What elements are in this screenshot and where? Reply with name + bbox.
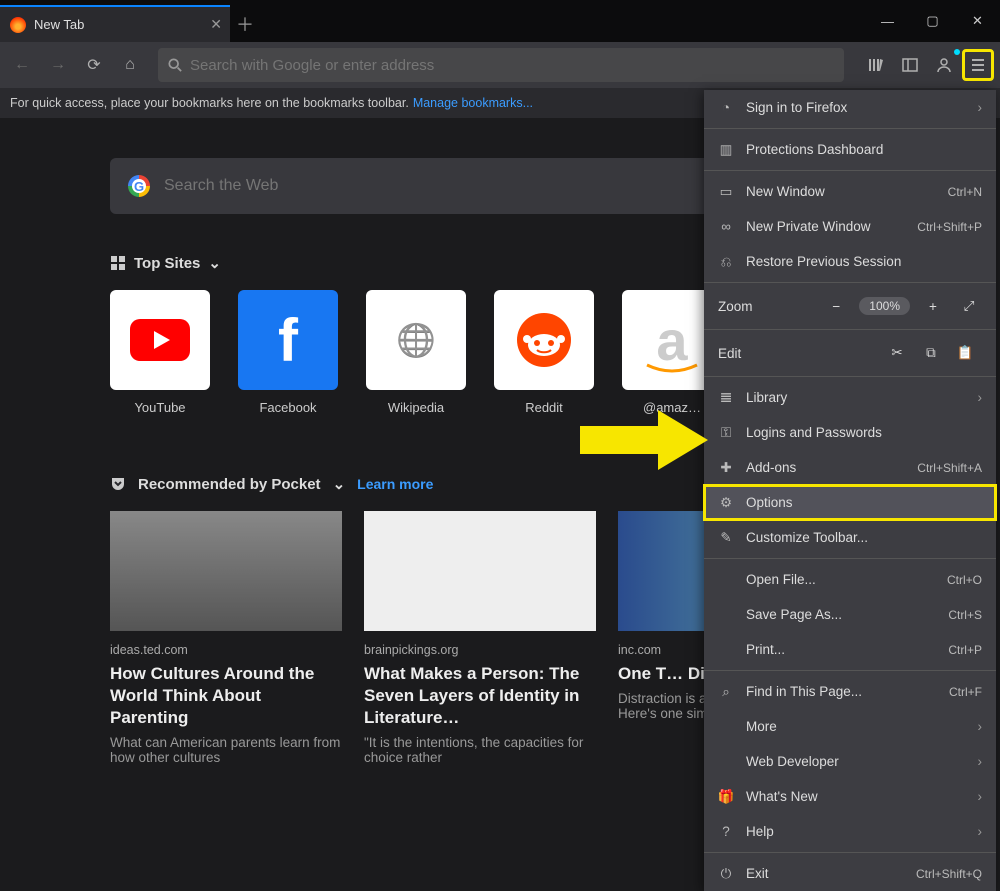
key-icon: ⚿	[718, 425, 734, 441]
titlebar: New Tab ✕ ＋ — ▢ ✕	[0, 0, 1000, 42]
menu-addons[interactable]: ✚Add-onsCtrl+Shift+A	[704, 450, 996, 485]
tile-youtube[interactable]: YouTube	[110, 290, 210, 415]
maximize-button[interactable]: ▢	[910, 0, 955, 42]
fullscreen-button[interactable]: ⤢	[956, 293, 982, 319]
menu-logins[interactable]: ⚿Logins and Passwords	[704, 415, 996, 450]
menu-more[interactable]: More›	[704, 709, 996, 744]
close-window-button[interactable]: ✕	[955, 0, 1000, 42]
menu-new-private[interactable]: ∞New Private WindowCtrl+Shift+P	[704, 209, 996, 244]
card-image	[364, 511, 596, 631]
zoom-out-button[interactable]: −	[823, 293, 849, 319]
dashboard-icon: ▥	[718, 142, 734, 158]
puzzle-icon: ✚	[718, 460, 734, 476]
firefox-icon	[10, 17, 26, 33]
chevron-right-icon: ›	[978, 754, 983, 769]
power-icon: ⏻	[718, 866, 734, 882]
gift-icon: 🎁	[718, 789, 734, 805]
menu-print[interactable]: Print...Ctrl+P	[704, 632, 996, 667]
app-menu: ◔Sign in to Firefox› ▥Protections Dashbo…	[704, 90, 996, 891]
url-bar[interactable]	[158, 48, 844, 82]
chevron-right-icon: ›	[978, 789, 983, 804]
menu-zoom: Zoom − 100% + ⤢	[704, 286, 996, 326]
menu-library[interactable]: 𝌆Library›	[704, 380, 996, 415]
chevron-down-icon: ⌄	[208, 254, 221, 272]
grid-icon	[110, 255, 126, 271]
paste-button[interactable]: 📋	[948, 345, 982, 361]
back-button[interactable]: ←	[6, 49, 38, 81]
browser-tab[interactable]: New Tab ✕	[0, 5, 230, 42]
menu-edit: Edit ✂ ⧉ 📋	[704, 333, 996, 373]
brush-icon: ✎	[718, 530, 734, 546]
restore-icon: ⎌	[718, 254, 734, 270]
window-icon: ▭	[718, 184, 734, 200]
manage-bookmarks-link[interactable]: Manage bookmarks...	[413, 96, 533, 110]
card-image	[110, 511, 342, 631]
close-tab-icon[interactable]: ✕	[210, 16, 222, 33]
learn-more-link[interactable]: Learn more	[357, 476, 433, 492]
cut-button[interactable]: ✂	[880, 345, 914, 361]
menu-open-file[interactable]: Open File...Ctrl+O	[704, 562, 996, 597]
forward-button[interactable]: →	[42, 49, 74, 81]
pocket-card[interactable]: ideas.ted.com How Cultures Around the Wo…	[110, 511, 342, 765]
menu-customize[interactable]: ✎Customize Toolbar...	[704, 520, 996, 555]
menu-restore[interactable]: ⎌Restore Previous Session	[704, 244, 996, 279]
chevron-right-icon: ›	[978, 824, 983, 839]
menu-find[interactable]: ⌕Find in This Page...Ctrl+F	[704, 674, 996, 709]
tile-reddit[interactable]: Reddit	[494, 290, 594, 415]
library-button[interactable]	[860, 49, 892, 81]
menu-whats-new[interactable]: 🎁What's New›	[704, 779, 996, 814]
window-controls: — ▢ ✕	[865, 0, 1000, 42]
menu-exit[interactable]: ⏻ExitCtrl+Shift+Q	[704, 856, 996, 891]
mask-icon: ∞	[718, 219, 734, 234]
zoom-in-button[interactable]: +	[920, 293, 946, 319]
chevron-right-icon: ›	[978, 390, 983, 405]
google-icon	[128, 175, 150, 197]
search-icon	[168, 58, 182, 72]
search-icon: ⌕	[718, 684, 734, 700]
url-input[interactable]	[190, 57, 834, 74]
chevron-right-icon: ›	[978, 100, 983, 115]
pocket-icon	[110, 476, 126, 492]
gear-icon: ⚙	[718, 495, 734, 511]
bookmarks-hint-text: For quick access, place your bookmarks h…	[10, 96, 409, 110]
menu-web-developer[interactable]: Web Developer›	[704, 744, 996, 779]
chevron-down-icon: ⌄	[333, 475, 346, 493]
home-button[interactable]: ⌂	[114, 49, 146, 81]
zoom-level[interactable]: 100%	[859, 297, 910, 315]
account-button[interactable]	[928, 49, 960, 81]
account-icon: ◔	[718, 100, 734, 115]
pocket-card[interactable]: brainpickings.org What Makes a Person: T…	[364, 511, 596, 765]
chevron-right-icon: ›	[978, 719, 983, 734]
copy-button[interactable]: ⧉	[914, 345, 948, 361]
annotation-arrow	[580, 410, 710, 470]
app-menu-button[interactable]	[962, 49, 994, 81]
menu-new-window[interactable]: ▭New WindowCtrl+N	[704, 174, 996, 209]
menu-protections[interactable]: ▥Protections Dashboard	[704, 132, 996, 167]
sidebar-button[interactable]	[894, 49, 926, 81]
menu-options[interactable]: ⚙Options	[704, 485, 996, 520]
minimize-button[interactable]: —	[865, 0, 910, 42]
tile-facebook[interactable]: fFacebook	[238, 290, 338, 415]
menu-help[interactable]: ?Help›	[704, 814, 996, 849]
help-icon: ?	[718, 824, 734, 839]
reload-button[interactable]: ⟳	[78, 49, 110, 81]
tab-title: New Tab	[34, 17, 210, 32]
menu-signin[interactable]: ◔Sign in to Firefox›	[704, 90, 996, 125]
library-icon: 𝌆	[718, 390, 734, 406]
menu-save-page[interactable]: Save Page As...Ctrl+S	[704, 597, 996, 632]
navigation-toolbar: ← → ⟳ ⌂	[0, 42, 1000, 88]
tile-wikipedia[interactable]: 🌐Wikipedia	[366, 290, 466, 415]
notification-dot	[954, 49, 960, 55]
new-tab-button[interactable]: ＋	[230, 5, 260, 42]
